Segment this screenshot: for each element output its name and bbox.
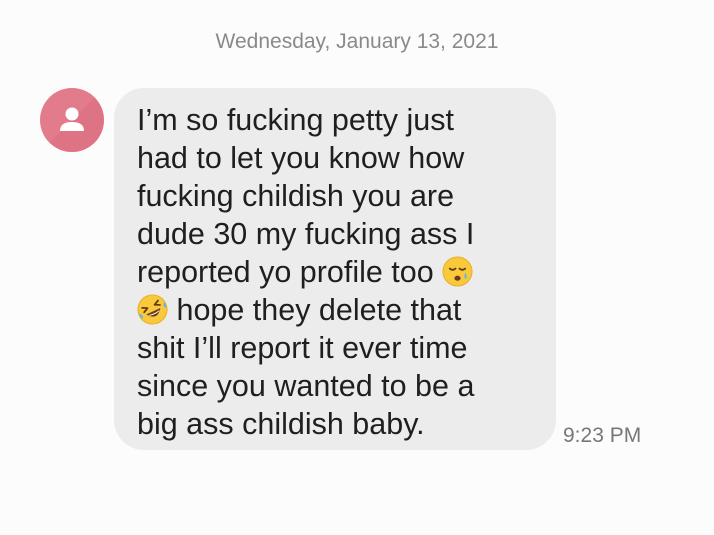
message-line-with-emoji: reported yo profile too bbox=[137, 253, 536, 291]
message-line: hope they delete that bbox=[176, 293, 462, 327]
message-line: reported yo profile too bbox=[137, 255, 434, 289]
message-line: shit I’ll report it ever time bbox=[137, 331, 468, 365]
message-line: fucking childish you are bbox=[137, 179, 455, 213]
message-line: big ass childish baby. bbox=[137, 407, 425, 441]
rolling-on-floor-laughing-emoji bbox=[137, 294, 168, 325]
message-line: I’m so fucking petty just bbox=[137, 103, 454, 137]
message-line: since you wanted to be a bbox=[137, 369, 475, 403]
message-bubble[interactable]: I’m so fucking petty just had to let you… bbox=[114, 88, 556, 450]
message-timestamp: 9:23 PM bbox=[563, 424, 642, 447]
date-header: Wednesday, January 13, 2021 bbox=[215, 30, 499, 53]
message-line-with-emoji: hope they delete that bbox=[137, 291, 536, 329]
sleepy-face-emoji bbox=[442, 256, 473, 287]
message-line: had to let you know how bbox=[137, 141, 465, 175]
message-line: dude 30 my fucking ass I bbox=[137, 217, 475, 251]
message-body: I’m so fucking petty just had to let you… bbox=[137, 101, 536, 443]
person-icon bbox=[40, 88, 104, 152]
contact-avatar[interactable] bbox=[40, 88, 104, 152]
